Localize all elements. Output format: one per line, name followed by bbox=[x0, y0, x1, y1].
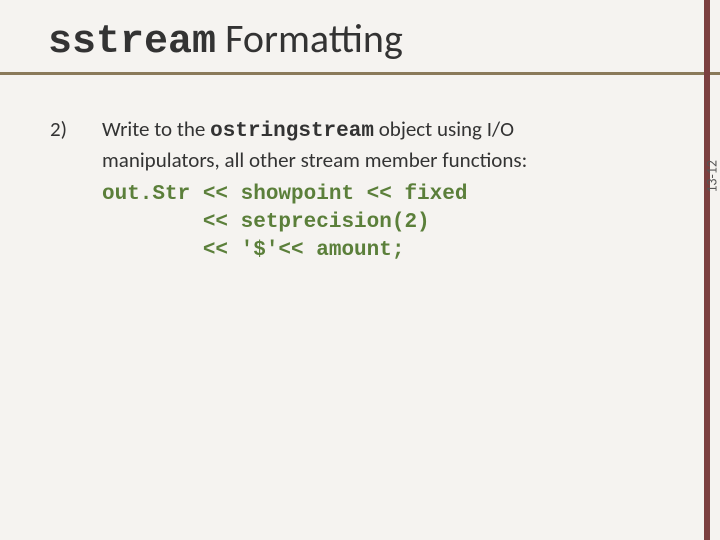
item-number: 2) bbox=[50, 115, 102, 143]
page-title: sstream Formatting bbox=[48, 18, 680, 64]
title-mono: sstream bbox=[48, 20, 216, 65]
slide: sstream Formatting 2) Write to the ostri… bbox=[0, 0, 720, 540]
title-region: sstream Formatting bbox=[0, 0, 720, 75]
list-item: 2) Write to the ostringstream object usi… bbox=[50, 115, 650, 266]
title-rest: Formatting bbox=[216, 14, 403, 63]
item-line1-mono: ostringstream bbox=[210, 120, 374, 143]
accent-bar bbox=[704, 0, 710, 540]
item-line1: Write to the ostringstream object using … bbox=[102, 115, 650, 146]
item-line1-suffix: object using I/O bbox=[374, 116, 514, 142]
item-body: Write to the ostringstream object using … bbox=[102, 115, 650, 266]
code-block: out.Str << showpoint << fixed << setprec… bbox=[102, 181, 650, 266]
item-line2: manipulators, all other stream member fu… bbox=[102, 146, 650, 174]
item-line1-prefix: Write to the bbox=[102, 116, 210, 142]
page-number: 13-12 bbox=[704, 160, 720, 193]
content-area: 2) Write to the ostringstream object usi… bbox=[0, 75, 720, 266]
